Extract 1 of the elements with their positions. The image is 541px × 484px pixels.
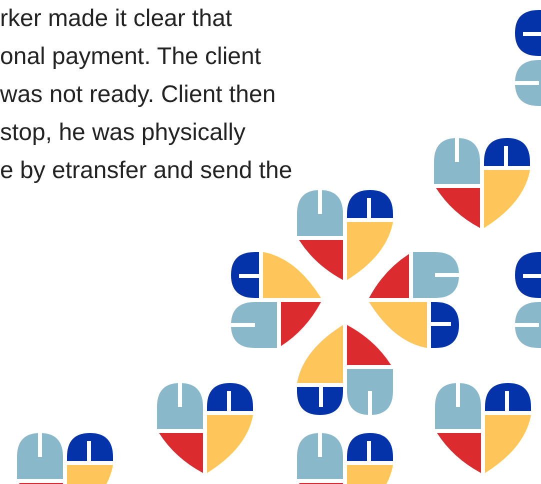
paragraph-text: rker made it clear that onal payment. The client was not ready. Client then stop, he was physically e by etransfer and send the [0, 4, 292, 186]
